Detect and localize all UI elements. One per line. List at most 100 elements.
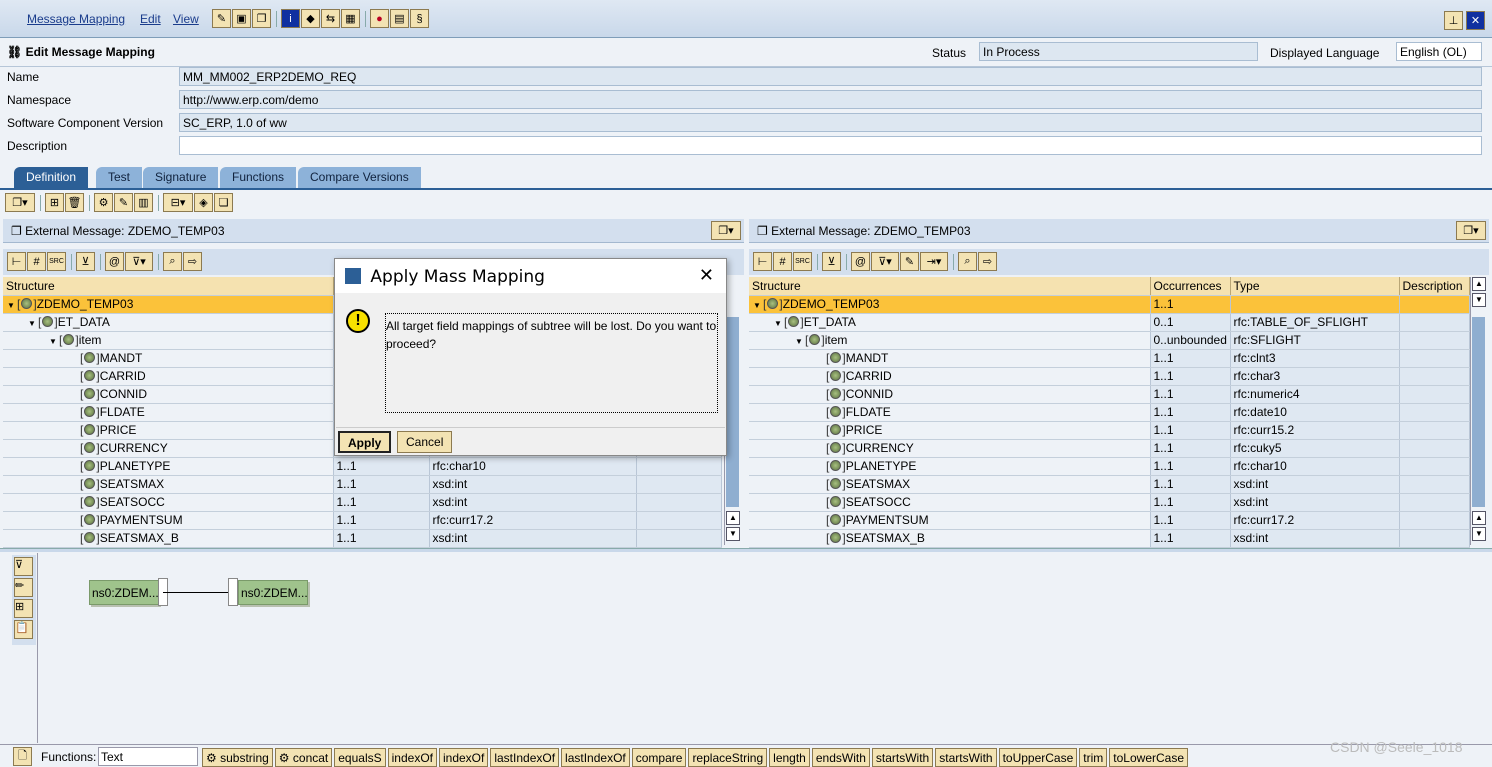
filter-icon[interactable]: ⊽▾ [871, 252, 899, 271]
collapse-icon[interactable]: ⊻ [76, 252, 95, 271]
attribute-icon[interactable]: @ [851, 252, 870, 271]
cancel-button[interactable]: Cancel [397, 431, 453, 453]
function-button-startsWith[interactable]: startsWith [871, 748, 934, 767]
splitter[interactable] [0, 548, 1492, 552]
target-scrollbar[interactable]: ▲ ▼ ▲ ▼ [1470, 277, 1486, 545]
target-port[interactable] [228, 578, 238, 606]
grid-icon[interactable]: # [773, 252, 792, 271]
table-row[interactable]: []PLANETYPE 1..1 rfc:char10 [3, 457, 722, 476]
mapping-tools-icon[interactable]: ⊟▾ [163, 193, 193, 212]
delete-icon[interactable]: 🗑 [65, 193, 84, 212]
tree-icon[interactable]: ⊢ [7, 252, 26, 271]
table-row[interactable]: []SEATSMAX 1..1 xsd:int [3, 475, 722, 494]
table-row[interactable]: []CARRID 1..1 rfc:char3 [749, 367, 1470, 386]
function-button-toLowerCase[interactable]: toLowerCase [1109, 748, 1189, 767]
document-icon[interactable]: ✎ [900, 252, 919, 271]
filter-view-icon[interactable]: ⊽ [14, 557, 33, 576]
table-row[interactable]: ▼[]item 0..unbounded rfc:SFLIGHT [749, 331, 1470, 350]
new-function-icon[interactable]: 🗋 [13, 747, 32, 766]
scroll-thumb[interactable] [1472, 317, 1485, 507]
table-row[interactable]: []SEATSOCC 1..1 xsd:int [749, 493, 1470, 512]
expand-icon[interactable]: ▼ [795, 337, 805, 346]
tab-functions[interactable]: Functions [220, 167, 297, 188]
table-row[interactable]: []FLDATE 1..1 rfc:date10 [749, 403, 1470, 422]
scroll-down-icon[interactable]: ▼ [1472, 293, 1486, 307]
function-button-endsWith[interactable]: endsWith [811, 748, 870, 767]
collapse-icon[interactable]: ⊻ [822, 252, 841, 271]
scroll-thumb[interactable] [726, 317, 739, 507]
export-icon[interactable]: ⇥▾ [920, 252, 948, 271]
function-category-select[interactable]: Text [98, 747, 198, 766]
function-button-substring[interactable]: ⚙ substring [202, 748, 273, 767]
function-button-lastIndexOf[interactable]: lastIndexOf [561, 748, 630, 767]
apply-button[interactable]: Apply [338, 431, 392, 453]
src-icon[interactable]: SRC [793, 252, 812, 271]
compare-icon[interactable]: ▦ [341, 9, 360, 28]
scroll-down-icon[interactable]: ▼ [1472, 527, 1486, 541]
scroll-up-icon[interactable]: ▲ [1472, 511, 1486, 525]
copy-icon[interactable]: ❐ [252, 9, 271, 28]
table-row[interactable]: []PAYMENTSUM 1..1 rfc:curr17.2 [749, 511, 1470, 530]
filter-icon[interactable]: ⊽▾ [125, 252, 153, 271]
eraser-icon[interactable]: ◆ [301, 9, 320, 28]
expand-icon[interactable]: ▼ [774, 319, 784, 328]
name-field[interactable]: MM_MM002_ERP2DEMO_REQ [179, 67, 1482, 86]
function-button-indexOf[interactable]: indexOf [438, 748, 489, 767]
table-row[interactable]: []PRICE 1..1 rfc:curr15.2 [749, 421, 1470, 440]
table-row[interactable]: []SEATSMAX_B 1..1 xsd:int [749, 529, 1470, 548]
scroll-up-icon[interactable]: ▲ [726, 511, 740, 525]
menu-message-mapping[interactable]: Message Mapping [27, 12, 125, 26]
function-button-startsWith[interactable]: startsWith [935, 748, 997, 767]
column-header[interactable]: Structure [749, 277, 1151, 296]
scroll-icon[interactable]: § [410, 9, 429, 28]
windows-icon[interactable]: ❏ [214, 193, 233, 212]
table-row[interactable]: ▼[]ZDEMO_TEMP03 1..1 [749, 295, 1470, 314]
expand-icon[interactable]: ▼ [7, 301, 17, 310]
function-button-indexOf[interactable]: indexOf [387, 748, 437, 767]
hat-icon[interactable]: ● [370, 9, 389, 28]
clipboard-icon[interactable]: 📋 [14, 620, 33, 639]
language-select[interactable]: English (OL) [1396, 42, 1482, 61]
src-icon[interactable]: SRC [47, 252, 66, 271]
document-icon[interactable]: ✎ [114, 193, 133, 212]
scroll-up-icon[interactable]: ▲ [1472, 277, 1486, 291]
function-button-trim[interactable]: trim [1079, 748, 1108, 767]
menu-view[interactable]: View [173, 12, 199, 26]
tab-signature[interactable]: Signature [143, 167, 219, 188]
tree-layout-icon[interactable]: ⊞ [14, 599, 33, 618]
table-row[interactable]: []CURRENCY 1..1 rfc:cuky5 [749, 439, 1470, 458]
expand-icon[interactable]: ▼ [753, 301, 763, 310]
column-header[interactable]: Type [1230, 277, 1400, 296]
gear-icon[interactable]: ⚙ [94, 193, 113, 212]
table-row[interactable]: []PAYMENTSUM 1..1 rfc:curr17.2 [3, 511, 722, 530]
close-icon[interactable]: ✕ [1466, 11, 1485, 30]
function-button-toUpperCase[interactable]: toUpperCase [998, 748, 1078, 767]
function-button-concat[interactable]: ⚙ concat [274, 748, 333, 767]
description-field[interactable] [179, 136, 1482, 155]
layout-icon[interactable]: ⊞ [45, 193, 64, 212]
function-button-length[interactable]: length [769, 748, 810, 767]
tab-compare-versions[interactable]: Compare Versions [298, 167, 421, 188]
goto-icon[interactable]: ⇨ [183, 252, 202, 271]
book-icon[interactable]: ▤ [390, 9, 409, 28]
find-icon[interactable]: ⌕ [163, 252, 182, 271]
table-row[interactable]: ▼[]ET_DATA 0..1 rfc:TABLE_OF_SFLIGHT [749, 313, 1470, 332]
info-icon[interactable]: i [281, 9, 300, 28]
save-icon[interactable]: ▣ [232, 9, 251, 28]
find-icon[interactable]: ⌕ [958, 252, 977, 271]
column-header[interactable]: Description [1399, 277, 1470, 296]
goto-icon[interactable]: ⇨ [978, 252, 997, 271]
attribute-icon[interactable]: @ [105, 252, 124, 271]
table-row[interactable]: []SEATSMAX_B 1..1 xsd:int [3, 529, 722, 548]
column-header[interactable]: Occurrences [1150, 277, 1231, 296]
function-button-compare[interactable]: compare [631, 748, 687, 767]
tab-definition[interactable]: Definition [14, 167, 89, 188]
diamond-icon[interactable]: ◈ [194, 193, 213, 212]
function-button-replaceString[interactable]: replaceString [688, 748, 768, 767]
panel-menu-icon[interactable]: ❐▾ [1456, 221, 1486, 240]
expand-icon[interactable]: ▼ [28, 319, 38, 328]
table-row[interactable]: []PLANETYPE 1..1 rfc:char10 [749, 457, 1470, 476]
column-header[interactable]: Structure [3, 277, 334, 296]
pin-icon[interactable]: ⊥ [1444, 11, 1463, 30]
panel-menu-icon[interactable]: ❐▾ [711, 221, 741, 240]
